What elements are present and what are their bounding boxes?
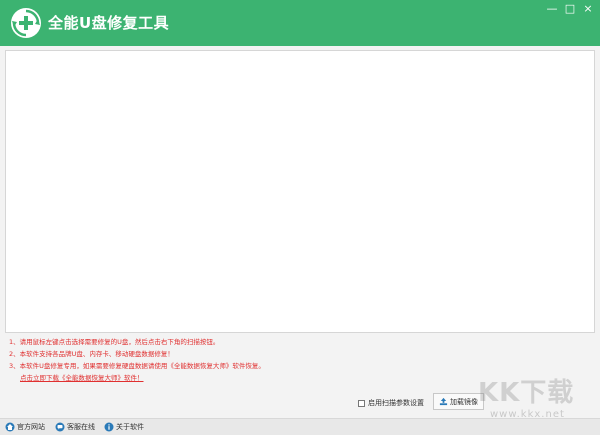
official-site-link[interactable]: 官方网站 bbox=[5, 422, 45, 432]
instruction-line-2: 2、本软件支持各品牌U盘、内存卡、移动硬盘数据修复！ bbox=[9, 350, 174, 358]
drive-list-panel[interactable] bbox=[5, 50, 595, 333]
about-software-label: 关于软件 bbox=[116, 423, 144, 431]
watermark: KK下载 www.kkx.net bbox=[478, 372, 574, 420]
customer-service-link[interactable]: 客服在线 bbox=[55, 422, 95, 432]
watermark-brand: KK下载 bbox=[478, 378, 575, 408]
about-software-link[interactable]: 关于软件 bbox=[104, 422, 144, 432]
home-icon bbox=[5, 422, 15, 432]
repair-plus-icon bbox=[11, 8, 41, 38]
close-button[interactable]: × bbox=[581, 2, 595, 16]
instruction-line-3: 3、本软件U盘修复专用，如果需要修复硬盘数据请使用《全能数据恢复大师》软件恢复。 bbox=[9, 362, 265, 370]
maximize-button[interactable]: □ bbox=[563, 2, 577, 16]
status-bar: 官方网站 客服在线 关于软件 bbox=[0, 418, 600, 435]
customer-service-label: 客服在线 bbox=[67, 423, 95, 431]
chat-icon bbox=[55, 422, 65, 432]
load-image-button[interactable]: 加载镜像 bbox=[433, 393, 484, 410]
official-site-label: 官方网站 bbox=[17, 423, 45, 431]
main-content: 1、请用鼠标左键点击选择需要修复的U盘，然后点击右下角的扫描按钮。 2、本软件支… bbox=[0, 46, 600, 435]
upload-icon bbox=[439, 397, 448, 406]
load-image-label: 加载镜像 bbox=[450, 397, 478, 406]
instruction-line-1: 1、请用鼠标左键点击选择需要修复的U盘，然后点击右下角的扫描按钮。 bbox=[9, 338, 220, 346]
app-title: 全能U盘修复工具 bbox=[48, 14, 170, 32]
scan-settings-option[interactable]: 启用扫描参数设置 bbox=[358, 398, 424, 408]
download-link[interactable]: 点击立即下载《全能数据恢复大师》软件！ bbox=[20, 372, 144, 382]
minimize-button[interactable]: — bbox=[545, 2, 559, 16]
scan-settings-checkbox[interactable] bbox=[358, 399, 365, 407]
info-icon bbox=[104, 422, 114, 432]
scan-settings-label: 启用扫描参数设置 bbox=[368, 399, 424, 407]
title-bar: 全能U盘修复工具 — □ × bbox=[0, 0, 600, 46]
